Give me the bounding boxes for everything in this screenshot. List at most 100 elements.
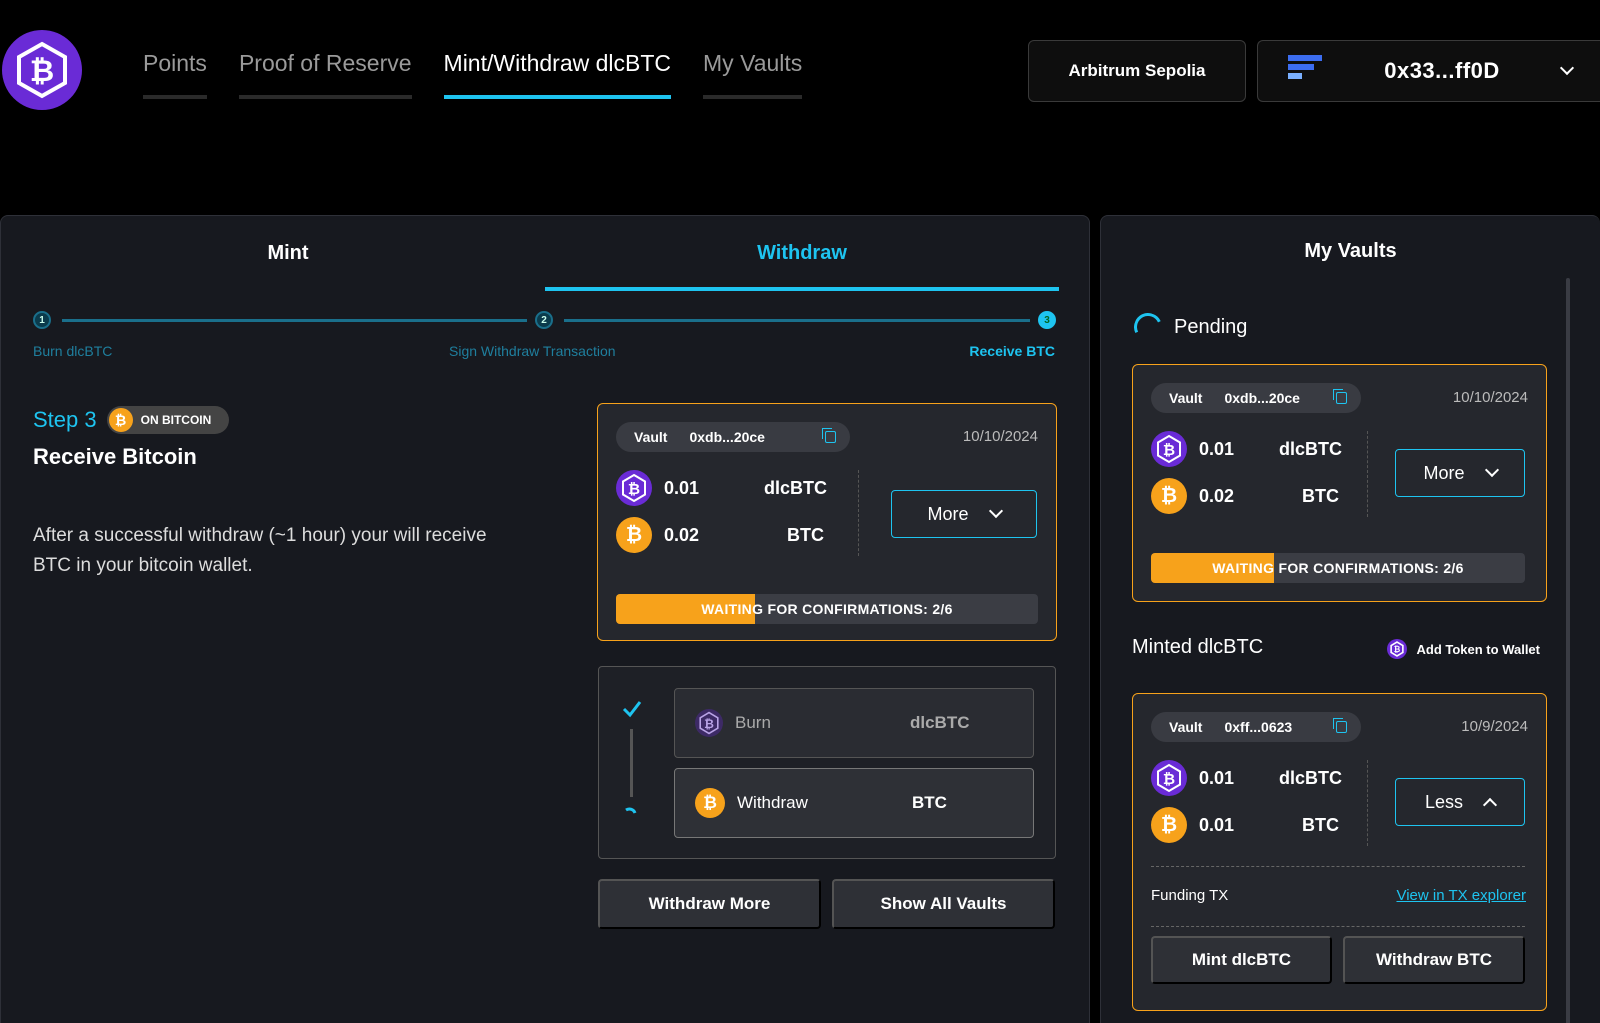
my-vaults-title: My Vaults (1304, 240, 1397, 262)
vault-label: Vault (1169, 719, 1203, 735)
wallet-address: 0x33...ff0D (1384, 58, 1500, 83)
svg-text:₿: ₿ (628, 480, 640, 498)
step-title: Step 3 ₿ ON BITCOIN (33, 406, 230, 434)
dlc-asset-row: ₿ 0.01 dlcBTC (616, 470, 827, 506)
receive-heading: Receive Bitcoin (33, 444, 197, 469)
btc-amount: 0.02 (664, 524, 700, 545)
btc-asset-row: ₿ 0.02 BTC (616, 517, 824, 553)
copy-icon[interactable] (1333, 389, 1347, 404)
btc-symbol: BTC (1302, 485, 1339, 506)
dlc-symbol: dlcBTC (764, 477, 827, 498)
more-label: More (1423, 462, 1465, 483)
copy-icon[interactable] (1333, 718, 1347, 733)
step-2-dot: 2 (535, 311, 553, 329)
progress-text: WAITING FOR CONFIRMATIONS: 2/6 (1212, 560, 1464, 576)
dlc-asset-row: ₿ 0.01 dlcBTC (1151, 760, 1342, 796)
btc-amount: 0.01 (1199, 814, 1235, 835)
scrollbar[interactable] (1566, 278, 1570, 1023)
btc-coin-icon: ₿ (1151, 807, 1187, 843)
my-vaults-panel: My Vaults Pending Vault 0xdb...20ce 10/1… (1100, 215, 1600, 1023)
on-bitcoin-badge: ₿ ON BITCOIN (106, 406, 230, 434)
nav-my-vaults[interactable]: My Vaults (703, 50, 803, 99)
dlcbtc-coin-icon: ₿ (1151, 760, 1187, 796)
pending-vault-card: Vault 0xdb...20ce 10/10/2024 ₿ 0.01 dlcB… (1132, 364, 1547, 602)
withdraw-step: ₿ Withdraw BTC (674, 768, 1034, 838)
minted-section-title: Minted dlcBTC (1132, 636, 1264, 658)
nav-proof-of-reserve[interactable]: Proof of Reserve (238, 50, 412, 99)
vault-id-pill: Vault 0xdb...20ce (616, 422, 850, 452)
dlcbtc-coin-icon: ₿ (695, 709, 723, 737)
withdraw-label: Withdraw (737, 793, 808, 812)
dlc-symbol: dlcBTC (1279, 438, 1342, 459)
tx-explorer-link[interactable]: View in TX explorer (1396, 887, 1526, 904)
withdraw-btc-button[interactable]: Withdraw BTC (1343, 936, 1525, 984)
vault-id: 0xff...0623 (1224, 719, 1293, 735)
burn-step: ₿ Burn dlcBTC (674, 688, 1034, 758)
confirmation-progress: WAITING FOR CONFIRMATIONS: 2/6 (616, 594, 1038, 624)
mint-dlcbtc-button[interactable]: Mint dlcBTC (1151, 936, 1332, 984)
withdraw-more-button[interactable]: Withdraw More (598, 879, 821, 929)
divider (1151, 926, 1525, 927)
chevron-down-icon (1559, 60, 1575, 76)
dlcbtc-coin-icon: ₿ (1151, 431, 1187, 467)
nav-mint-withdraw[interactable]: Mint/Withdraw dlcBTC (443, 50, 672, 99)
svg-text:₿: ₿ (1393, 645, 1400, 654)
btc-coin-icon: ₿ (616, 517, 652, 553)
receive-description: After a successful withdraw (~1 hour) yo… (33, 525, 487, 576)
tab-withdraw[interactable]: Withdraw (545, 216, 1059, 291)
svg-text:₿: ₿ (704, 717, 714, 731)
dlc-amount: 0.01 (664, 477, 700, 498)
flow-connector (630, 729, 633, 797)
vault-date: 10/9/2024 (1461, 718, 1528, 735)
main-nav: Points Proof of Reserve Mint/Withdraw dl… (143, 50, 803, 99)
btc-asset-row: ₿ 0.02 BTC (1151, 478, 1339, 514)
progress-text: WAITING FOR CONFIRMATIONS: 2/6 (701, 601, 953, 617)
progress-stepper: 1 2 3 Burn dlcBTC Sign Withdraw Transact… (33, 311, 1059, 361)
dlc-symbol: dlcBTC (1279, 767, 1342, 788)
pending-section-header: Pending (1130, 309, 1248, 345)
dlcbtc-logo-icon[interactable]: ₿ (2, 30, 82, 110)
copy-icon[interactable] (822, 428, 836, 443)
add-token-label: Add Token to Wallet (1416, 641, 1541, 657)
mint-withdraw-tabs: Mint Withdraw (31, 216, 1059, 291)
step-1-label: Burn dlcBTC (33, 343, 113, 359)
check-icon (622, 701, 642, 718)
less-button[interactable]: Less (1395, 778, 1525, 826)
step-1-dot: 1 (33, 311, 51, 329)
more-label: More (927, 503, 969, 524)
funding-tx-label: Funding TX (1151, 887, 1229, 904)
nav-points[interactable]: Points (143, 50, 207, 99)
vault-date: 10/10/2024 (1452, 389, 1528, 406)
vault-label: Vault (634, 429, 668, 445)
btc-coin-icon: ₿ (108, 408, 133, 432)
dlc-amount: 0.01 (1199, 438, 1235, 459)
vault-label: Vault (1169, 390, 1203, 406)
vault-date: 10/10/2024 (962, 428, 1038, 445)
step-3-label: Receive BTC (969, 343, 1055, 359)
more-button[interactable]: More (891, 490, 1037, 538)
step-line-2 (564, 319, 1030, 322)
tab-mint[interactable]: Mint (31, 216, 545, 291)
vault-id: 0xdb...20ce (1224, 390, 1300, 406)
btc-symbol: BTC (787, 524, 824, 545)
network-button[interactable]: Arbitrum Sepolia (1028, 40, 1246, 102)
confirmation-progress: WAITING FOR CONFIRMATIONS: 2/6 (1151, 553, 1525, 583)
burn-label: Burn (735, 713, 771, 732)
wallet-button[interactable]: 0x33...ff0D (1257, 40, 1600, 102)
svg-text:₿: ₿ (30, 54, 54, 89)
chevron-up-icon (1482, 797, 1498, 813)
vault-id: 0xdb...20ce (689, 429, 765, 445)
more-button[interactable]: More (1395, 449, 1525, 497)
step-2-label: Sign Withdraw Transaction (449, 343, 616, 359)
vault-card: Vault 0xdb...20ce 10/10/2024 ₿ 0.01 dlcB… (597, 403, 1057, 641)
btc-asset-row: ₿ 0.01 BTC (1151, 807, 1339, 843)
step-line-1 (62, 319, 527, 322)
vertical-divider (858, 470, 859, 556)
badge-label: ON BITCOIN (140, 413, 212, 427)
wallet-provider-icon (1288, 54, 1322, 88)
chevron-down-icon (1484, 462, 1499, 478)
pending-label: Pending (1174, 315, 1248, 338)
add-token-button[interactable]: ₿ Add Token to Wallet (1386, 639, 1541, 659)
mint-withdraw-panel: Mint Withdraw 1 2 3 Burn dlcBTC Sign Wit… (0, 215, 1090, 1023)
show-all-vaults-button[interactable]: Show All Vaults (832, 879, 1055, 929)
